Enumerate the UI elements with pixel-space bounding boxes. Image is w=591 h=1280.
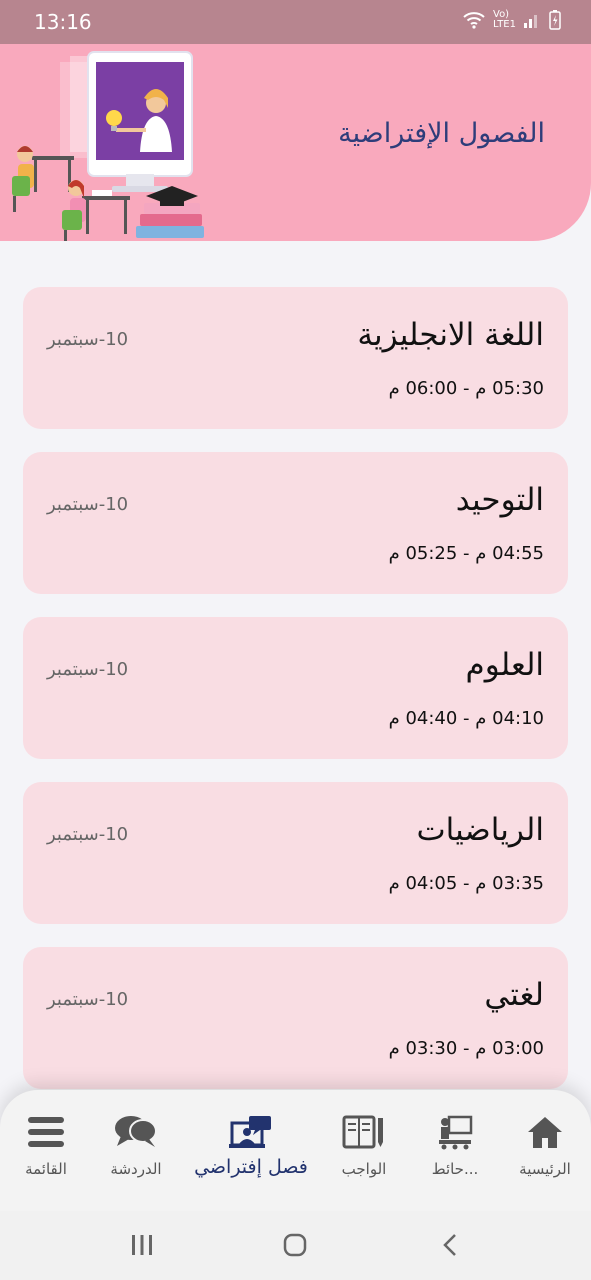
network-label: Vo) LTE1	[493, 9, 516, 30]
recent-apps-icon[interactable]	[130, 1233, 154, 1257]
class-subject: الرياضيات	[416, 812, 544, 848]
nav-board[interactable]: حائط...	[405, 1112, 505, 1192]
class-time: 03:00 م - 03:30 م	[388, 1038, 544, 1059]
system-navigation-bar	[0, 1211, 591, 1280]
home-icon	[528, 1117, 562, 1148]
homework-book-icon	[342, 1115, 383, 1149]
presentation-board-icon	[439, 1115, 473, 1150]
class-time: 04:10 م - 04:40 م	[388, 708, 544, 729]
class-date: 10-سبتمبر	[47, 329, 129, 350]
nav-board-label: حائط...	[431, 1160, 479, 1178]
class-time: 04:55 م - 05:25 م	[388, 543, 544, 564]
nav-home[interactable]: الرئيسية	[495, 1112, 591, 1192]
status-bar: 13:16 Vo) LTE1	[0, 0, 591, 44]
nav-menu-label: القائمة	[25, 1160, 67, 1178]
class-card[interactable]: التوحيد 04:55 م - 05:25 م 10-سبتمبر	[23, 452, 568, 594]
chat-bubbles-icon	[115, 1116, 157, 1147]
nav-virtual-class[interactable]: فصل إفتراضي	[186, 1112, 316, 1192]
nav-virtual-class-label: فصل إفتراضي	[194, 1156, 308, 1178]
class-card[interactable]: اللغة الانجليزية 05:30 م - 06:00 م 10-سب…	[23, 287, 568, 429]
nav-homework[interactable]: الواجب	[314, 1112, 414, 1192]
class-subject: التوحيد	[455, 482, 544, 518]
menu-icon	[28, 1117, 64, 1147]
class-subject: اللغة الانجليزية	[357, 317, 544, 353]
header-banner: الفصول الإفتراضية	[0, 44, 591, 241]
class-date: 10-سبتمبر	[47, 659, 129, 680]
class-card[interactable]: لغتي 03:00 م - 03:30 م 10-سبتمبر	[23, 947, 568, 1089]
class-date: 10-سبتمبر	[47, 494, 129, 515]
virtual-classroom-illustration	[12, 51, 204, 241]
nav-chat-label: الدردشة	[110, 1160, 162, 1178]
class-card[interactable]: الرياضيات 03:35 م - 04:05 م 10-سبتمبر	[23, 782, 568, 924]
virtual-class-icon	[229, 1116, 271, 1148]
bottom-navigation: الرئيسية حائط... الواجب فصل إفتراضي الدر…	[0, 1090, 591, 1211]
class-card[interactable]: العلوم 04:10 م - 04:40 م 10-سبتمبر	[23, 617, 568, 759]
wifi-icon	[463, 12, 485, 29]
signal-icon	[524, 15, 537, 28]
class-subject: لغتي	[484, 977, 544, 1013]
class-subject: العلوم	[465, 647, 544, 683]
class-time: 05:30 م - 06:00 م	[388, 378, 544, 399]
virtual-classes-list: اللغة الانجليزية 05:30 م - 06:00 م 10-سب…	[23, 287, 568, 1112]
class-date: 10-سبتمبر	[47, 989, 129, 1010]
back-icon[interactable]	[440, 1233, 460, 1257]
nav-menu[interactable]: القائمة	[0, 1112, 96, 1192]
status-time: 13:16	[34, 10, 92, 34]
nav-homework-label: الواجب	[341, 1160, 387, 1178]
nav-chat[interactable]: الدردشة	[86, 1112, 186, 1192]
class-date: 10-سبتمبر	[47, 824, 129, 845]
battery-icon	[549, 10, 561, 30]
home-button-icon[interactable]	[283, 1233, 307, 1257]
class-time: 03:35 م - 04:05 م	[388, 873, 544, 894]
nav-home-label: الرئيسية	[519, 1160, 571, 1178]
page-title: الفصول الإفتراضية	[338, 118, 545, 149]
